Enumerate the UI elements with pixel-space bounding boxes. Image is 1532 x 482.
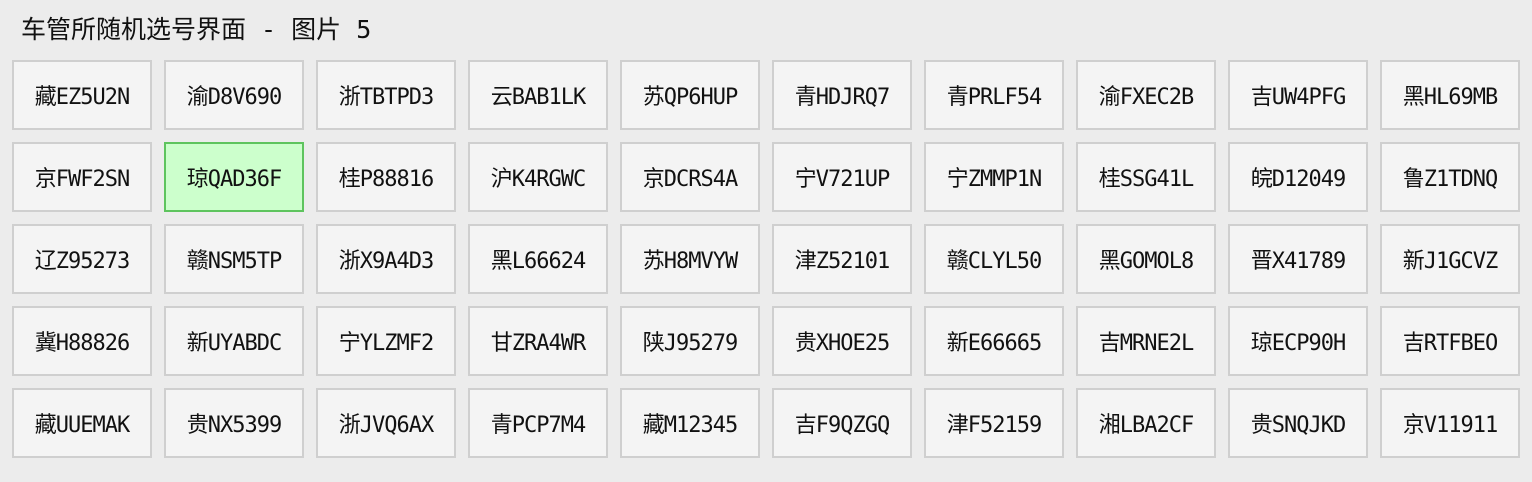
plate-button[interactable]: 桂SSG41L <box>1076 142 1216 212</box>
plate-button[interactable]: 京DCRS4A <box>620 142 760 212</box>
plate-button[interactable]: 甘ZRA4WR <box>468 306 608 376</box>
plate-button[interactable]: 湘LBA2CF <box>1076 388 1216 458</box>
plate-button[interactable]: 浙X9A4D3 <box>316 224 456 294</box>
plate-button[interactable]: 津Z52101 <box>772 224 912 294</box>
plate-button[interactable]: 吉MRNE2L <box>1076 306 1216 376</box>
plate-button[interactable]: 云BAB1LK <box>468 60 608 130</box>
plate-button-selected[interactable]: 琼QAD36F <box>164 142 304 212</box>
plate-button[interactable]: 贵SNQJKD <box>1228 388 1368 458</box>
plate-button[interactable]: 吉RTFBEO <box>1380 306 1520 376</box>
plate-button[interactable]: 琼ECP90H <box>1228 306 1368 376</box>
plate-button[interactable]: 津F52159 <box>924 388 1064 458</box>
plate-button[interactable]: 渝FXEC2B <box>1076 60 1216 130</box>
plate-button[interactable]: 藏M12345 <box>620 388 760 458</box>
plate-button[interactable]: 陕J95279 <box>620 306 760 376</box>
plate-button[interactable]: 京V11911 <box>1380 388 1520 458</box>
plate-button[interactable]: 赣NSM5TP <box>164 224 304 294</box>
plate-button[interactable]: 桂P88816 <box>316 142 456 212</box>
plate-selection-window: 车管所随机选号界面 - 图片 5 藏EZ5U2N 渝D8V690 浙TBTPD3 云B… <box>0 0 1532 482</box>
plate-button[interactable]: 冀H88826 <box>12 306 152 376</box>
plate-button[interactable]: 青PRLF54 <box>924 60 1064 130</box>
plate-button[interactable]: 藏UUEMAK <box>12 388 152 458</box>
plate-button[interactable]: 晋X41789 <box>1228 224 1368 294</box>
plate-button[interactable]: 贵NX5399 <box>164 388 304 458</box>
plate-button[interactable]: 贵XHOE25 <box>772 306 912 376</box>
plate-button[interactable]: 宁YLZMF2 <box>316 306 456 376</box>
plate-button[interactable]: 青HDJRQ7 <box>772 60 912 130</box>
plate-button[interactable]: 鲁Z1TDNQ <box>1380 142 1520 212</box>
plate-button[interactable]: 宁ZMMP1N <box>924 142 1064 212</box>
plate-button[interactable]: 苏QP6HUP <box>620 60 760 130</box>
plate-button[interactable]: 黑L66624 <box>468 224 608 294</box>
plate-button[interactable]: 辽Z95273 <box>12 224 152 294</box>
plate-button[interactable]: 新J1GCVZ <box>1380 224 1520 294</box>
plate-button[interactable]: 沪K4RGWC <box>468 142 608 212</box>
plate-button[interactable]: 吉F9QZGQ <box>772 388 912 458</box>
plate-button[interactable]: 新UYABDC <box>164 306 304 376</box>
plate-button[interactable]: 赣CLYL50 <box>924 224 1064 294</box>
window-title: 车管所随机选号界面 - 图片 5 <box>21 15 372 44</box>
plate-button[interactable]: 吉UW4PFG <box>1228 60 1368 130</box>
plate-grid: 藏EZ5U2N 渝D8V690 浙TBTPD3 云BAB1LK 苏QP6HUP 青HDJR… <box>12 60 1520 458</box>
plate-button[interactable]: 苏H8MVYW <box>620 224 760 294</box>
plate-button[interactable]: 浙TBTPD3 <box>316 60 456 130</box>
plate-button[interactable]: 浙JVQ6AX <box>316 388 456 458</box>
plate-button[interactable]: 新E66665 <box>924 306 1064 376</box>
plate-button[interactable]: 青PCP7M4 <box>468 388 608 458</box>
plate-button[interactable]: 宁V721UP <box>772 142 912 212</box>
plate-button[interactable]: 藏EZ5U2N <box>12 60 152 130</box>
plate-button[interactable]: 黑HL69MB <box>1380 60 1520 130</box>
plate-button[interactable]: 皖D12049 <box>1228 142 1368 212</box>
plate-button[interactable]: 京FWF2SN <box>12 142 152 212</box>
plate-button[interactable]: 黑GOMOL8 <box>1076 224 1216 294</box>
plate-button[interactable]: 渝D8V690 <box>164 60 304 130</box>
